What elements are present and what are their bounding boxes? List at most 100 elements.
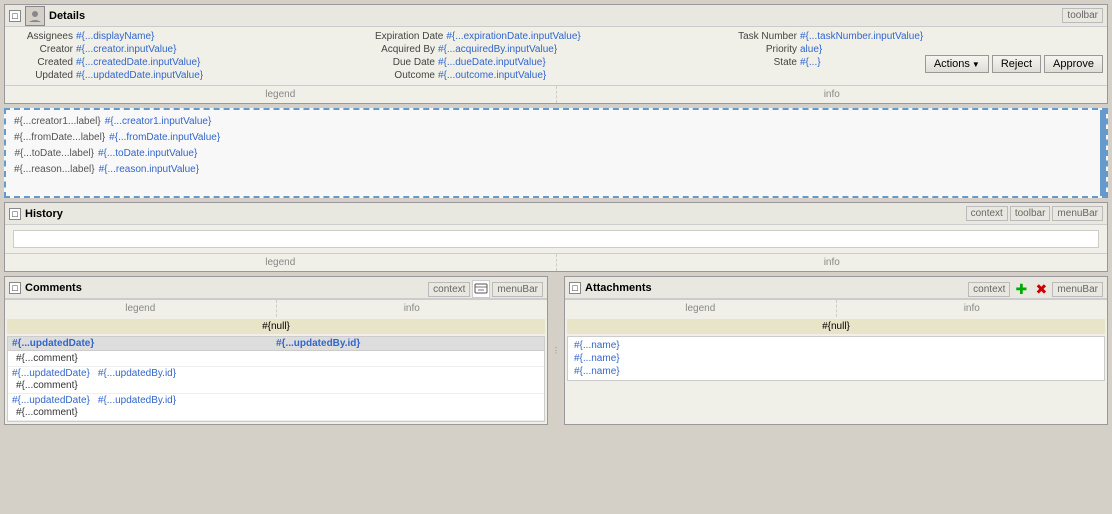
table-row: #{...updatedDate} #{...updatedBy.id} #{.… — [8, 394, 544, 421]
todate-label: #{...toDate...label} — [14, 146, 94, 162]
assignees-value: #{...displayName} — [76, 31, 154, 42]
attachments-subheader: legend info — [565, 299, 1107, 317]
attachments-context-label: context — [968, 282, 1010, 297]
list-item: #{...name} — [570, 352, 1102, 365]
tasknumber-label: Task Number — [737, 31, 797, 42]
history-title-left: □ History — [9, 208, 1103, 220]
comment-text-1: #{...comment} — [12, 352, 540, 365]
comments-menubar-label: menuBar — [492, 282, 543, 297]
comments-by-2: #{...updatedBy.id} — [98, 368, 176, 379]
attachments-list: #{...name} #{...name} #{...name} — [567, 336, 1105, 381]
tasknumber-value: #{...taskNumber.inputValue} — [800, 31, 923, 42]
priority-value: alue} — [800, 44, 822, 55]
actions-area: Actions Reject Approve — [925, 55, 1103, 73]
comments-panel: □ Comments context menuBar l — [4, 276, 548, 425]
history-collapse-btn[interactable]: □ — [9, 208, 21, 220]
details-title: Details — [49, 10, 85, 22]
comments-icon-btn[interactable] — [472, 280, 490, 298]
comments-date-2: #{...updatedDate} — [12, 368, 90, 379]
attachments-info: info — [837, 300, 1108, 317]
comments-date-3: #{...updatedDate} — [12, 395, 90, 406]
approve-button[interactable]: Approve — [1044, 55, 1103, 73]
history-row — [13, 230, 1099, 248]
attachments-title: Attachments — [585, 282, 652, 294]
created-label: Created — [13, 57, 73, 68]
assignees-label: Assignees — [13, 31, 73, 42]
comments-context-label: context — [428, 282, 470, 297]
comments-col-date: #{...updatedDate} — [12, 338, 276, 349]
comments-title: Comments — [25, 282, 82, 294]
detail-col-2: Expiration Date #{...expirationDate.inpu… — [375, 31, 737, 81]
details-footer: legend info — [5, 85, 1107, 103]
comments-header: □ Comments context menuBar — [5, 277, 547, 299]
acquired-label: Acquired By — [375, 44, 435, 55]
comments-by-3: #{...updatedBy.id} — [98, 395, 176, 406]
detail-row: Due Date #{...dueDate.inputValue} — [375, 57, 737, 68]
expiration-label: Expiration Date — [375, 31, 443, 42]
detail-row: Updated #{...updatedDate.inputValue} — [13, 70, 375, 81]
history-menubar-label: menuBar — [1052, 206, 1103, 221]
detail-row: Assignees #{...displayName} — [13, 31, 375, 42]
middle-row-2: #{...fromDate...label} #{...fromDate.inp… — [14, 130, 1098, 146]
creator1-label: #{...creator1...label} — [14, 114, 101, 130]
expiration-value: #{...expirationDate.inputValue} — [446, 31, 580, 42]
details-footer-legend: legend — [5, 86, 557, 103]
comment-text-3: #{...comment} — [12, 406, 540, 419]
add-attachment-icon[interactable]: ✚ — [1012, 280, 1030, 298]
middle-row-1: #{...creator1...label} #{...creator1.inp… — [14, 114, 1098, 130]
attachments-toolbar-area: context ✚ ✖ menuBar — [968, 280, 1103, 298]
creator-label: Creator — [13, 44, 73, 55]
comments-subheader: legend info — [5, 299, 547, 317]
state-value: #{...} — [800, 57, 821, 68]
attachments-panel: □ Attachments context ✚ ✖ menuBar legend… — [564, 276, 1108, 425]
list-item: #{...name} — [570, 365, 1102, 378]
comments-table: #{...updatedDate} #{...updatedBy.id} #{.… — [7, 336, 545, 422]
detail-row: Created #{...createdDate.inputValue} — [13, 57, 375, 68]
creator-value: #{...creator.inputValue} — [76, 44, 176, 55]
middle-row-4: #{...reason...label} #{...reason.inputVa… — [14, 162, 1098, 178]
table-row: #{...updatedDate} #{...updatedBy.id} #{.… — [8, 367, 544, 394]
detail-row: Priority alue} — [737, 44, 1099, 55]
list-item: #{...name} — [570, 339, 1102, 352]
comments-toolbar-area: context menuBar — [428, 280, 543, 298]
comments-table-header: #{...updatedDate} #{...updatedBy.id} — [8, 337, 544, 351]
table-row: #{...comment} — [8, 351, 544, 367]
detail-col-1: Assignees #{...displayName} Creator #{..… — [13, 31, 375, 81]
outcome-value: #{...outcome.inputValue} — [438, 70, 546, 81]
details-toolbar-label: toolbar — [1062, 8, 1103, 23]
comments-col-by: #{...updatedBy.id} — [276, 338, 540, 349]
comments-legend: legend — [5, 300, 277, 317]
middle-row-3: #{...toDate...label} #{...toDate.inputVa… — [14, 146, 1098, 162]
duedate-label: Due Date — [375, 57, 435, 68]
attachments-collapse-btn[interactable]: □ — [569, 282, 581, 294]
fromdate-value: #{...fromDate.inputValue} — [109, 130, 220, 146]
history-footer-info: info — [557, 254, 1108, 271]
details-collapse-btn[interactable]: □ — [9, 10, 21, 22]
attachments-header: □ Attachments context ✚ ✖ menuBar — [565, 277, 1107, 299]
detail-row: Acquired By #{...acquiredBy.inputValue} — [375, 44, 737, 55]
details-panel: □ Details toolbar Assignees #{...display… — [4, 4, 1108, 104]
updated-value: #{...updatedDate.inputValue} — [76, 70, 203, 81]
details-header: □ Details toolbar — [5, 5, 1107, 27]
split-handle[interactable]: ⋮ — [552, 276, 560, 425]
attachments-legend: legend — [565, 300, 837, 317]
detail-row: Task Number #{...taskNumber.inputValue} — [737, 31, 1099, 42]
history-footer: legend info — [5, 253, 1107, 271]
details-footer-info: info — [557, 86, 1108, 103]
details-header-left: □ Details — [9, 6, 1103, 26]
history-toolbar-labels: context toolbar menuBar — [966, 206, 1103, 221]
remove-attachment-icon[interactable]: ✖ — [1032, 280, 1050, 298]
creator1-value: #{...creator1.inputValue} — [105, 114, 212, 130]
reject-button[interactable]: Reject — [992, 55, 1041, 73]
main-container: □ Details toolbar Assignees #{...display… — [0, 0, 1112, 427]
detail-row: Expiration Date #{...expirationDate.inpu… — [375, 31, 737, 42]
detail-row: Creator #{...creator.inputValue} — [13, 44, 375, 55]
comments-collapse-btn[interactable]: □ — [9, 282, 21, 294]
bottom-panels: □ Comments context menuBar l — [4, 276, 1108, 425]
detail-row: Outcome #{...outcome.inputValue} — [375, 70, 737, 81]
comments-info: info — [277, 300, 548, 317]
right-indicator — [1100, 110, 1106, 196]
actions-button[interactable]: Actions — [925, 55, 989, 73]
history-header: □ History context toolbar menuBar — [5, 203, 1107, 225]
updated-label: Updated — [13, 70, 73, 81]
